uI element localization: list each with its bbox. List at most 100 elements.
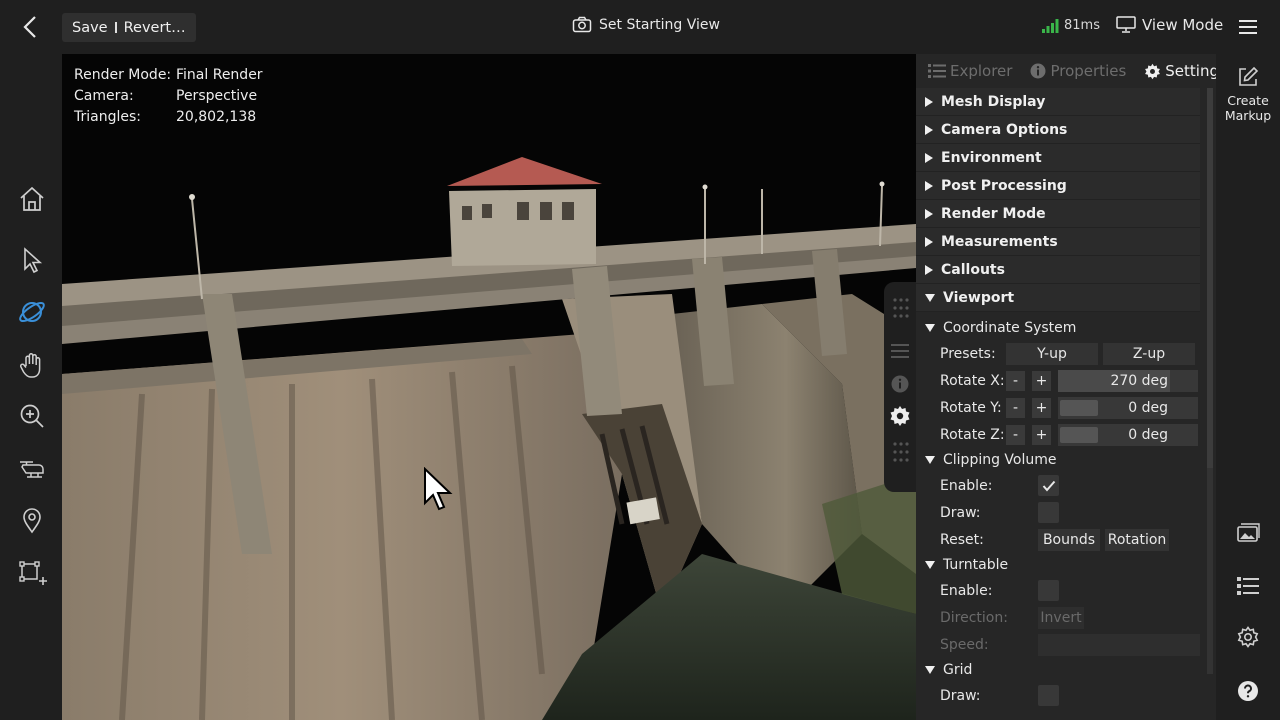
- rotate-x-slider[interactable]: 270 deg: [1058, 369, 1198, 392]
- collapse-triangle-icon: [925, 324, 935, 332]
- turntable-direction-label: Direction:: [940, 609, 1008, 626]
- latency-value: 81ms: [1064, 18, 1100, 33]
- reset-bounds-button[interactable]: Bounds: [1038, 528, 1100, 551]
- rotate-y-slider[interactable]: 0 deg: [1058, 396, 1198, 419]
- clipping-draw-checkbox[interactable]: [1038, 502, 1059, 523]
- subsection-label: Turntable: [943, 557, 1009, 573]
- tab-explorer[interactable]: Explorer: [928, 62, 1012, 80]
- subsection-clipping-volume[interactable]: Clipping Volume: [916, 448, 1216, 472]
- info-icon[interactable]: [890, 374, 910, 394]
- drone-icon[interactable]: [17, 454, 47, 484]
- subsection-grid[interactable]: Grid: [916, 658, 1216, 682]
- collapse-triangle-icon: [925, 293, 935, 302]
- subsection-label: Clipping Volume: [943, 452, 1057, 468]
- section-label: Callouts: [941, 261, 1005, 278]
- section-environment[interactable]: Environment: [916, 144, 1200, 172]
- home-icon[interactable]: [17, 184, 47, 214]
- edit-pencil-icon: [1239, 66, 1259, 86]
- panel-side-handle[interactable]: [884, 282, 916, 492]
- list-icon[interactable]: [890, 342, 910, 360]
- image-gallery-icon[interactable]: [1236, 522, 1260, 546]
- help-icon[interactable]: [1236, 679, 1260, 703]
- subsection-coordinate-system[interactable]: Coordinate System: [916, 316, 1216, 340]
- right-toolbar: Create Markup: [1216, 54, 1280, 720]
- hamburger-menu-icon[interactable]: [1236, 16, 1260, 38]
- rotate-z-increment-button[interactable]: +: [1032, 424, 1051, 445]
- rotate-z-decrement-button[interactable]: -: [1006, 424, 1025, 445]
- zoom-icon[interactable]: [17, 401, 47, 431]
- reset-rotation-button[interactable]: Rotation: [1105, 528, 1169, 551]
- gear-icon[interactable]: [888, 404, 912, 428]
- section-camera-options[interactable]: Camera Options: [916, 116, 1200, 144]
- info-icon: [1030, 63, 1046, 79]
- preset-y-up-button[interactable]: Y-up: [1006, 342, 1098, 365]
- section-viewport[interactable]: Viewport: [916, 284, 1200, 312]
- dam-3d-model[interactable]: [62, 54, 916, 720]
- gear-icon[interactable]: [1236, 626, 1260, 650]
- add-markup-area-icon[interactable]: [17, 558, 51, 588]
- subsection-turntable[interactable]: Turntable: [916, 553, 1216, 577]
- view-mode-label: View Mode: [1142, 16, 1224, 34]
- rotate-z-row: Rotate Z: - + 0 deg: [916, 421, 1216, 448]
- rotate-y-label: Rotate Y:: [940, 399, 1002, 416]
- section-callouts[interactable]: Callouts: [916, 256, 1200, 284]
- grid-draw-row: Draw:: [916, 682, 1216, 709]
- section-mesh-display[interactable]: Mesh Display: [916, 88, 1200, 116]
- create-markup-button[interactable]: Create Markup: [1216, 66, 1280, 123]
- expand-triangle-icon: [925, 180, 933, 191]
- back-arrow-icon[interactable]: [18, 14, 44, 40]
- location-pin-icon[interactable]: [17, 505, 47, 535]
- pan-hand-icon[interactable]: [17, 350, 47, 380]
- tab-properties[interactable]: Properties: [1030, 62, 1126, 80]
- view-mode-button[interactable]: View Mode: [1116, 16, 1223, 34]
- gear-icon: [1145, 63, 1161, 79]
- turntable-enable-row: Enable:: [916, 577, 1216, 604]
- section-post-processing[interactable]: Post Processing: [916, 172, 1200, 200]
- rotate-x-label: Rotate X:: [940, 372, 1005, 389]
- render-mode-key: Render Mode:: [74, 67, 172, 83]
- scrollbar-thumb[interactable]: [1207, 88, 1213, 468]
- turntable-enable-checkbox[interactable]: [1038, 580, 1059, 601]
- rotate-z-slider[interactable]: 0 deg: [1058, 423, 1198, 446]
- triangles-key: Triangles:: [74, 109, 141, 125]
- select-arrow-icon[interactable]: [17, 245, 47, 275]
- expand-triangle-icon: [925, 236, 933, 247]
- drag-grip-icon[interactable]: [890, 440, 910, 464]
- orbit-icon[interactable]: [17, 297, 47, 327]
- drag-grip-icon[interactable]: [890, 296, 910, 320]
- rotate-x-decrement-button[interactable]: -: [1006, 370, 1025, 391]
- tab-properties-label: Properties: [1050, 62, 1127, 80]
- turntable-invert-button[interactable]: Invert: [1038, 606, 1084, 629]
- section-measurements[interactable]: Measurements: [916, 228, 1200, 256]
- set-starting-view-button[interactable]: Set Starting View: [572, 16, 720, 33]
- preset-z-up-button[interactable]: Z-up: [1103, 342, 1195, 365]
- section-label: Camera Options: [941, 121, 1068, 138]
- clipping-enable-checkbox[interactable]: [1038, 475, 1059, 496]
- panel-scrollbar[interactable]: [1207, 88, 1213, 674]
- section-label: Viewport: [943, 289, 1015, 306]
- expand-triangle-icon: [925, 264, 933, 275]
- rotate-y-increment-button[interactable]: +: [1032, 397, 1051, 418]
- create-markup-label: Create Markup: [1216, 93, 1280, 123]
- save-label[interactable]: Save: [72, 20, 108, 36]
- turntable-speed-slider[interactable]: [1038, 633, 1200, 656]
- section-label: Post Processing: [941, 177, 1067, 194]
- tab-settings[interactable]: Settings: [1144, 62, 1216, 80]
- revert-label[interactable]: Revert…: [124, 20, 186, 36]
- camera-key: Camera:: [74, 88, 134, 104]
- signal-strength-icon: [1042, 18, 1059, 33]
- turntable-direction-row: Direction: Invert: [916, 604, 1216, 631]
- list-icon[interactable]: [1236, 574, 1260, 598]
- section-render-mode[interactable]: Render Mode: [916, 200, 1200, 228]
- clipping-reset-label: Reset:: [940, 531, 984, 548]
- camera-value: Perspective: [176, 88, 258, 104]
- save-revert-button[interactable]: Save Revert…: [62, 13, 196, 42]
- grid-draw-checkbox[interactable]: [1038, 685, 1059, 706]
- section-label: Render Mode: [941, 205, 1046, 222]
- expand-triangle-icon: [925, 152, 933, 163]
- 3d-viewport[interactable]: Render Mode: Final Render Camera: Perspe…: [62, 54, 916, 720]
- clipping-enable-label: Enable:: [940, 477, 993, 494]
- rotate-y-decrement-button[interactable]: -: [1006, 397, 1025, 418]
- list-icon: [928, 64, 946, 78]
- rotate-x-increment-button[interactable]: +: [1032, 370, 1051, 391]
